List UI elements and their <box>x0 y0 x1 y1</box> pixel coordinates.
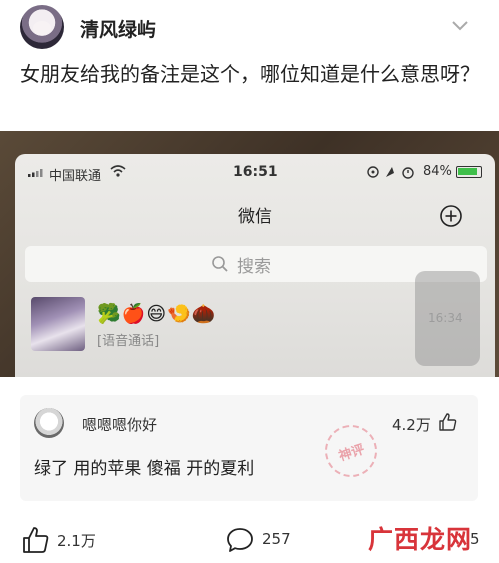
wechat-title: 微信 <box>238 207 272 227</box>
battery-icon <box>456 166 482 178</box>
user-avatar[interactable] <box>20 5 64 49</box>
site-watermark: 广西龙网 <box>368 525 473 554</box>
status-icons <box>367 166 414 179</box>
post-like-count: 2.1万 <box>57 532 96 550</box>
signal-icon <box>28 169 43 177</box>
post-share-count: 5 <box>470 530 480 548</box>
post-username[interactable]: 清风绿屿 <box>80 15 156 42</box>
post-header: 清风绿屿 <box>0 0 499 52</box>
post-comment-count: 257 <box>262 530 291 548</box>
post-action-bar: 2.1万 257 广西龙网 5 <box>0 518 499 558</box>
chat-avatar <box>31 297 85 351</box>
post-text: 女朋友给我的备注是这个，哪位知道是什么意思呀？ <box>20 62 480 86</box>
chat-contact-remark: 🥦🍎😄🍤🌰 <box>97 303 217 325</box>
battery-percent: 84% <box>423 164 452 179</box>
status-time: 16:51 <box>233 164 278 180</box>
post-image[interactable]: 中国联通 16:51 84% 微信 搜索 🥦🍎😄🍤🌰 [语音通话] 16:34 <box>0 131 499 377</box>
chevron-down-icon[interactable] <box>451 20 469 32</box>
carrier-name: 中国联通 <box>49 169 102 184</box>
search-placeholder: 搜索 <box>237 257 271 277</box>
thumbs-up-icon[interactable] <box>22 526 50 554</box>
chat-last-message: [语音通话] <box>97 334 160 349</box>
comment-avatar[interactable] <box>34 408 64 438</box>
thumbs-up-icon[interactable] <box>438 412 458 432</box>
comment-like-count: 4.2万 <box>392 416 431 434</box>
top-comment[interactable]: 嗯嗯嗯你好 4.2万 神评 绿了 用的苹果 傻福 开的夏利 <box>20 395 478 501</box>
plus-circle-icon[interactable] <box>439 204 463 228</box>
status-bar: 中国联通 16:51 84% <box>15 162 495 184</box>
screen-glare <box>415 271 480 366</box>
comment-icon[interactable] <box>226 527 254 553</box>
stamp-badge: 神评 <box>318 418 384 484</box>
comment-text: 绿了 用的苹果 傻福 开的夏利 <box>34 459 255 479</box>
wifi-icon <box>110 165 126 177</box>
comment-username[interactable]: 嗯嗯嗯你好 <box>82 414 157 435</box>
search-icon <box>212 256 228 272</box>
